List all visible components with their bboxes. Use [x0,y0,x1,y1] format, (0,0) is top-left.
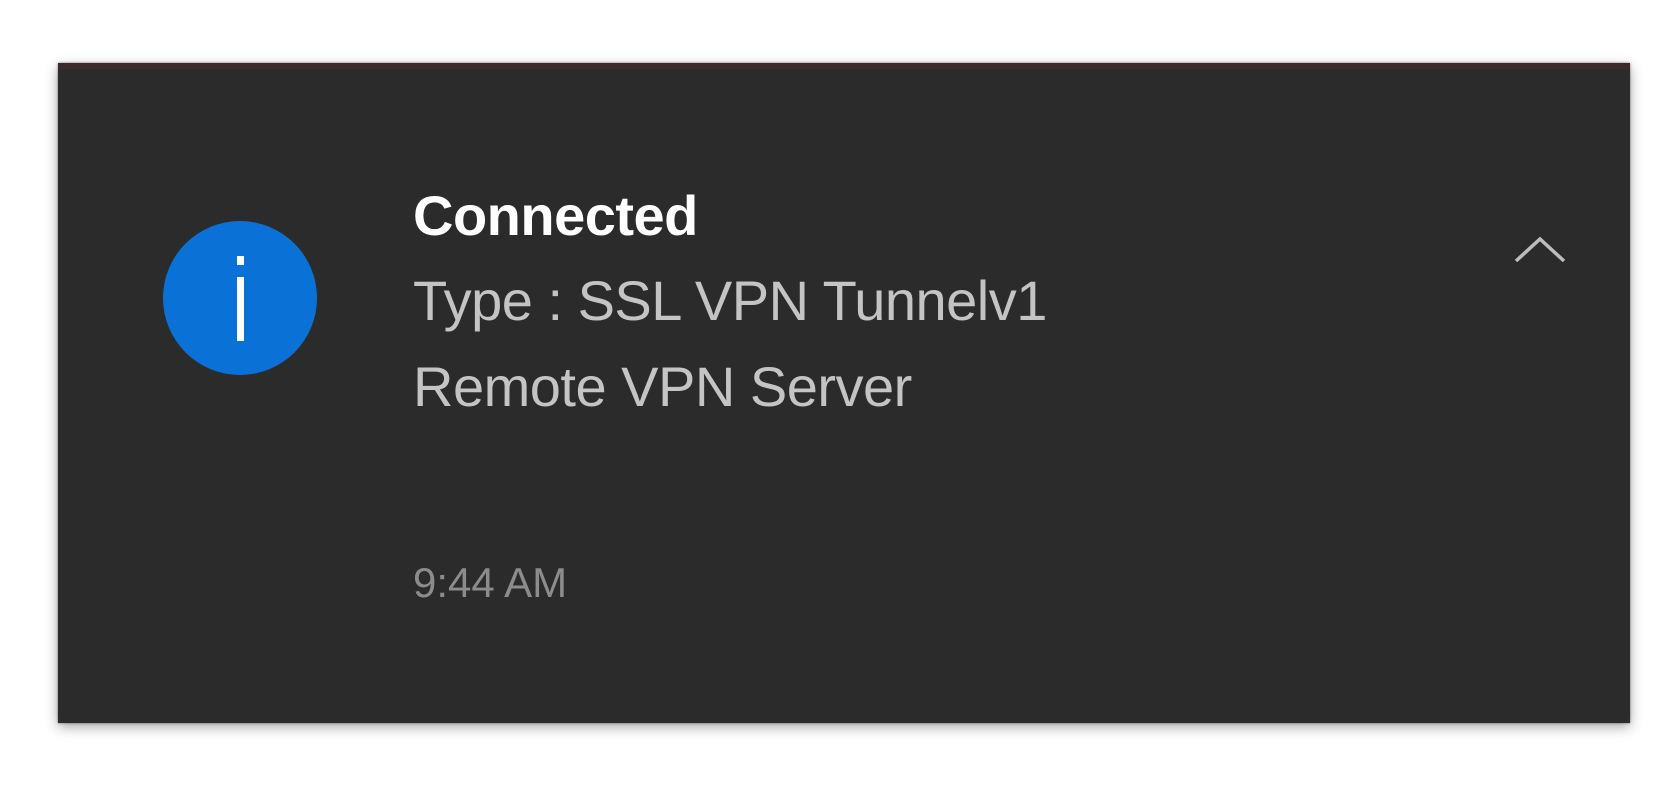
notification-line-type: Type : SSL VPN Tunnelv1 [413,269,1047,332]
chevron-up-icon [1514,236,1566,263]
notification-content: Connected Type : SSL VPN Tunnelv1 Remote… [413,174,1430,430]
notification-toast[interactable]: Connected Type : SSL VPN Tunnelv1 Remote… [58,63,1630,723]
notification-timestamp: 9:44 AM [413,559,568,606]
info-icon [163,221,317,375]
notification-title: Connected [413,184,698,247]
collapse-button[interactable] [1505,219,1575,279]
notification-line-server: Remote VPN Server [413,355,912,418]
